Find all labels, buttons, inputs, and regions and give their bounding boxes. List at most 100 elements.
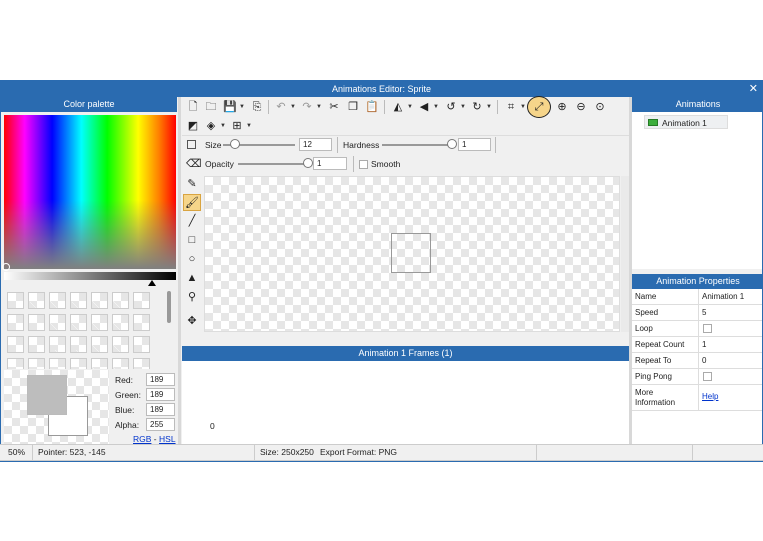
rgb-link[interactable]: RGB bbox=[133, 434, 151, 444]
swatch[interactable] bbox=[112, 336, 129, 353]
pencil-tool-icon[interactable]: ✎ bbox=[185, 177, 199, 191]
swatch[interactable] bbox=[49, 292, 66, 309]
rotate-left-icon[interactable]: ↺ bbox=[444, 100, 458, 114]
opacity-slider-thumb[interactable] bbox=[303, 158, 313, 168]
swatch[interactable] bbox=[112, 292, 129, 309]
brightness-bar[interactable] bbox=[4, 272, 176, 280]
swatch[interactable] bbox=[133, 292, 150, 309]
flip-v-dropdown-icon[interactable]: ▼ bbox=[433, 100, 439, 114]
cut-icon[interactable]: ✂ bbox=[327, 100, 341, 114]
swatch[interactable] bbox=[91, 292, 108, 309]
swatch[interactable] bbox=[7, 358, 24, 369]
swatch[interactable] bbox=[70, 358, 87, 369]
swatch[interactable] bbox=[133, 336, 150, 353]
hardness-slider-track[interactable] bbox=[382, 144, 454, 146]
size-slider-thumb[interactable] bbox=[230, 139, 240, 149]
crop-icon[interactable]: ⌗ bbox=[504, 100, 518, 114]
primary-color[interactable] bbox=[27, 375, 67, 415]
brush-shape-icon[interactable] bbox=[187, 140, 196, 149]
fill-tool-icon[interactable]: ▲ bbox=[185, 271, 199, 285]
swatch[interactable] bbox=[70, 314, 87, 331]
swatch[interactable] bbox=[91, 358, 108, 369]
redo-icon[interactable]: ↷ bbox=[300, 100, 314, 114]
property-row-more-information[interactable]: More Information Help bbox=[632, 385, 762, 411]
spectrum-selector[interactable] bbox=[2, 263, 10, 271]
redo-dropdown-icon[interactable]: ▼ bbox=[316, 100, 322, 114]
zoom-out-icon[interactable]: ⊖ bbox=[574, 100, 588, 114]
flip-h-dropdown-icon[interactable]: ▼ bbox=[407, 100, 413, 114]
eyedropper-tool-icon[interactable]: ⚲ bbox=[185, 290, 199, 304]
rotate-right-dropdown-icon[interactable]: ▼ bbox=[486, 100, 492, 114]
rectangle-tool-icon[interactable]: □ bbox=[185, 233, 199, 247]
open-folder-icon[interactable]: 🗀 bbox=[204, 100, 218, 114]
property-row-name[interactable]: Name Animation 1 bbox=[632, 289, 762, 305]
swatch[interactable] bbox=[28, 314, 45, 331]
paste-icon[interactable]: 📋 bbox=[365, 100, 379, 114]
undo-icon[interactable]: ↶ bbox=[274, 100, 288, 114]
move-tool-icon[interactable]: ✥ bbox=[185, 314, 199, 328]
undo-dropdown-icon[interactable]: ▼ bbox=[290, 100, 296, 114]
grid-icon[interactable]: ⊞ bbox=[230, 119, 244, 133]
property-row-speed[interactable]: Speed 5 bbox=[632, 305, 762, 321]
frame-index-label[interactable]: 0 bbox=[210, 420, 215, 432]
copy-icon[interactable]: ❐ bbox=[346, 100, 360, 114]
swatch[interactable] bbox=[49, 358, 66, 369]
opacity-input[interactable]: 1 bbox=[313, 157, 347, 170]
close-icon[interactable]: ✕ bbox=[749, 81, 758, 97]
swatch[interactable] bbox=[28, 358, 45, 369]
rotate-right-icon[interactable]: ↻ bbox=[470, 100, 484, 114]
brightness-marker[interactable] bbox=[148, 280, 156, 286]
property-row-repeat-to[interactable]: Repeat To 0 bbox=[632, 353, 762, 369]
hardness-input[interactable]: 1 bbox=[458, 138, 491, 151]
swatch[interactable] bbox=[133, 314, 150, 331]
zoom-in-icon[interactable]: ⊕ bbox=[555, 100, 569, 114]
swatch[interactable] bbox=[133, 358, 150, 369]
drawing-canvas[interactable] bbox=[204, 176, 620, 332]
hsl-link[interactable]: HSL bbox=[159, 434, 176, 444]
swatch[interactable] bbox=[49, 314, 66, 331]
save-icon[interactable]: 💾 bbox=[223, 100, 237, 114]
swatch[interactable] bbox=[7, 292, 24, 309]
size-input[interactable]: 12 bbox=[299, 138, 332, 151]
color-spectrum[interactable] bbox=[4, 115, 176, 269]
brush-tool-button[interactable]: 🖌 bbox=[183, 194, 201, 211]
red-input[interactable]: 189 bbox=[146, 373, 175, 386]
save-dropdown-icon[interactable]: ▼ bbox=[239, 100, 245, 114]
swatch[interactable] bbox=[91, 314, 108, 331]
zoom-fit-icon[interactable]: ⊙ bbox=[593, 100, 607, 114]
ellipse-tool-icon[interactable]: ○ bbox=[185, 252, 199, 266]
property-row-loop[interactable]: Loop bbox=[632, 321, 762, 337]
swatch[interactable] bbox=[70, 292, 87, 309]
smooth-checkbox[interactable] bbox=[359, 160, 368, 169]
help-link[interactable]: Help bbox=[702, 392, 718, 401]
swatch[interactable] bbox=[112, 314, 129, 331]
flip-vertical-icon[interactable]: ◀ bbox=[417, 100, 431, 114]
animation-list-item[interactable]: Animation 1 bbox=[644, 115, 728, 129]
property-row-repeat-count[interactable]: Repeat Count 1 bbox=[632, 337, 762, 353]
swatch[interactable] bbox=[49, 336, 66, 353]
grid-dropdown-icon[interactable]: ▼ bbox=[246, 119, 252, 133]
loop-checkbox[interactable] bbox=[703, 324, 712, 333]
layers-dropdown-icon[interactable]: ▼ bbox=[220, 119, 226, 133]
property-row-ping-pong[interactable]: Ping Pong bbox=[632, 369, 762, 385]
layers-icon[interactable]: ◈ bbox=[204, 119, 218, 133]
select-all-icon[interactable]: ◩ bbox=[186, 119, 200, 133]
swatch-scrollbar[interactable] bbox=[167, 291, 171, 323]
line-tool-icon[interactable]: ╱ bbox=[185, 214, 199, 228]
canvas-vertical-scrollbar[interactable] bbox=[621, 176, 629, 332]
resize-canvas-button[interactable]: ⤢ bbox=[527, 96, 551, 118]
hardness-slider-thumb[interactable] bbox=[447, 139, 457, 149]
flip-horizontal-icon[interactable]: ◭ bbox=[391, 100, 405, 114]
crop-dropdown-icon[interactable]: ▼ bbox=[520, 100, 526, 114]
eraser-icon[interactable]: ⌫ bbox=[186, 157, 202, 171]
left-splitter[interactable] bbox=[178, 97, 181, 445]
swatch[interactable] bbox=[70, 336, 87, 353]
swatch[interactable] bbox=[7, 314, 24, 331]
swatch[interactable] bbox=[7, 336, 24, 353]
swatch[interactable] bbox=[28, 336, 45, 353]
swatch[interactable] bbox=[28, 292, 45, 309]
swatch[interactable] bbox=[91, 336, 108, 353]
zoom-level[interactable]: 50% bbox=[8, 445, 25, 460]
green-input[interactable]: 189 bbox=[146, 388, 175, 401]
export-icon[interactable]: ⎘ bbox=[250, 100, 264, 114]
